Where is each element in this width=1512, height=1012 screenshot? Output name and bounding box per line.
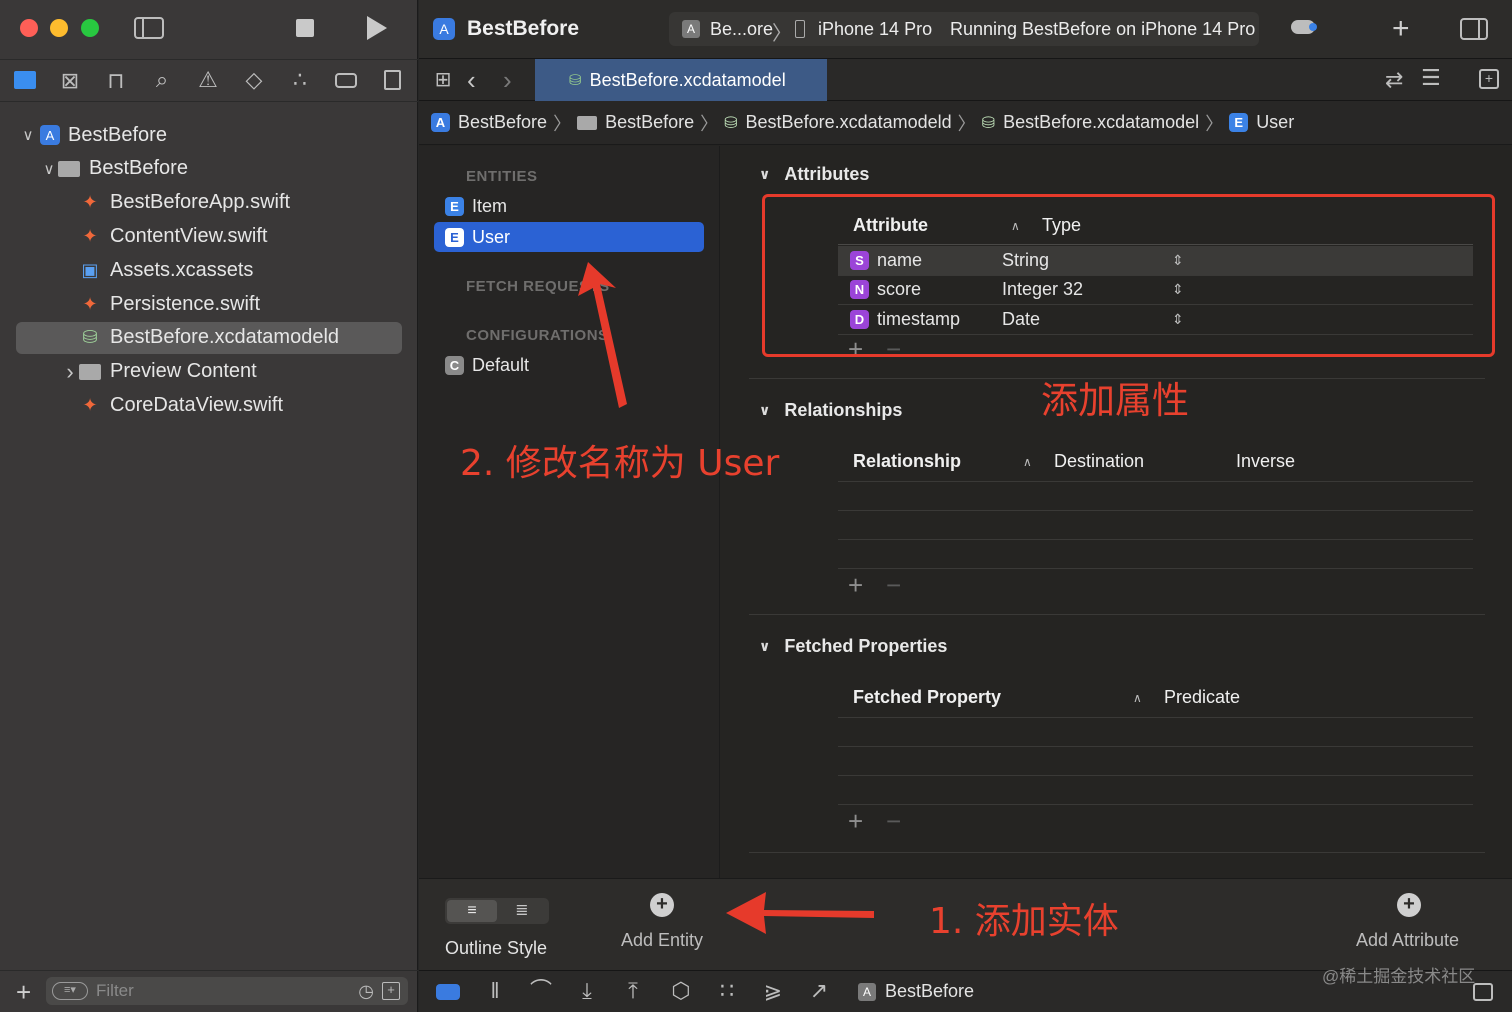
arrow-to-add-entity [726,892,874,934]
watermark: @稀土掘金技术社区 [1322,967,1476,986]
annotation-arrows [578,262,874,934]
arrow-to-user-entity [578,262,627,408]
